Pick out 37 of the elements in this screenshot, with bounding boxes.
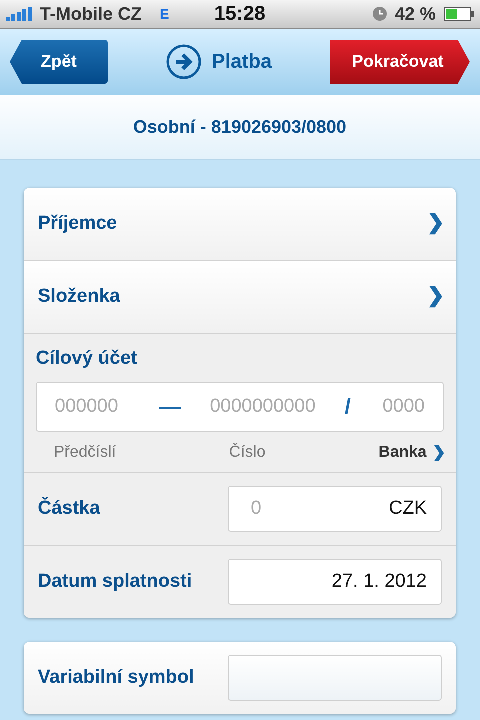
item-label: Příjemce [38, 213, 118, 235]
clock-icon [372, 7, 387, 21]
currency-label: CZK [389, 498, 427, 520]
account-field[interactable]: 000000 — 0000000000 / 0000 [36, 382, 444, 432]
slash-separator: / [344, 394, 352, 420]
list-item[interactable]: Složenka [24, 260, 456, 333]
field-caption: Předčíslí [54, 444, 116, 462]
prefix-input[interactable]: 000000 [53, 395, 141, 419]
chevron-icon [428, 286, 442, 308]
clock: 15:28 [214, 2, 266, 26]
bank-link[interactable]: Banka [378, 444, 444, 462]
field-label: Variabilní symbol [38, 667, 194, 689]
back-button[interactable]: Zpět [10, 40, 108, 84]
amount-input[interactable]: 0 [249, 497, 333, 521]
continue-button[interactable]: Pokračovat [330, 40, 470, 84]
field-label: Částka [38, 498, 100, 520]
carrier-name: T-Mobile CZ [40, 4, 142, 24]
chevron-icon [432, 444, 444, 462]
text-field[interactable] [228, 655, 442, 701]
field-label: Datum splatnosti [38, 571, 192, 593]
arrow-circle-icon [166, 44, 202, 80]
dash-separator: — [158, 394, 181, 420]
amount-field[interactable]: 0 CZK [228, 486, 442, 532]
battery-percent: 42 % [394, 4, 436, 24]
field-caption: Číslo [229, 444, 266, 462]
list-item[interactable]: Příjemce [24, 188, 456, 260]
section-label: Cílový účet [36, 348, 138, 370]
signal-icon [6, 7, 34, 21]
battery-icon [444, 7, 474, 21]
chevron-icon [428, 213, 442, 235]
number-input[interactable]: 0000000000 [198, 395, 327, 419]
bank-input[interactable]: 0000 [369, 395, 427, 419]
screen-title: Platba [212, 50, 272, 74]
item-label: Složenka [38, 286, 120, 308]
date-field[interactable]: 27. 1. 2012 [228, 559, 442, 605]
account-name: Osobní - 819026903/0800 [133, 116, 347, 138]
network-type: E [160, 6, 170, 22]
